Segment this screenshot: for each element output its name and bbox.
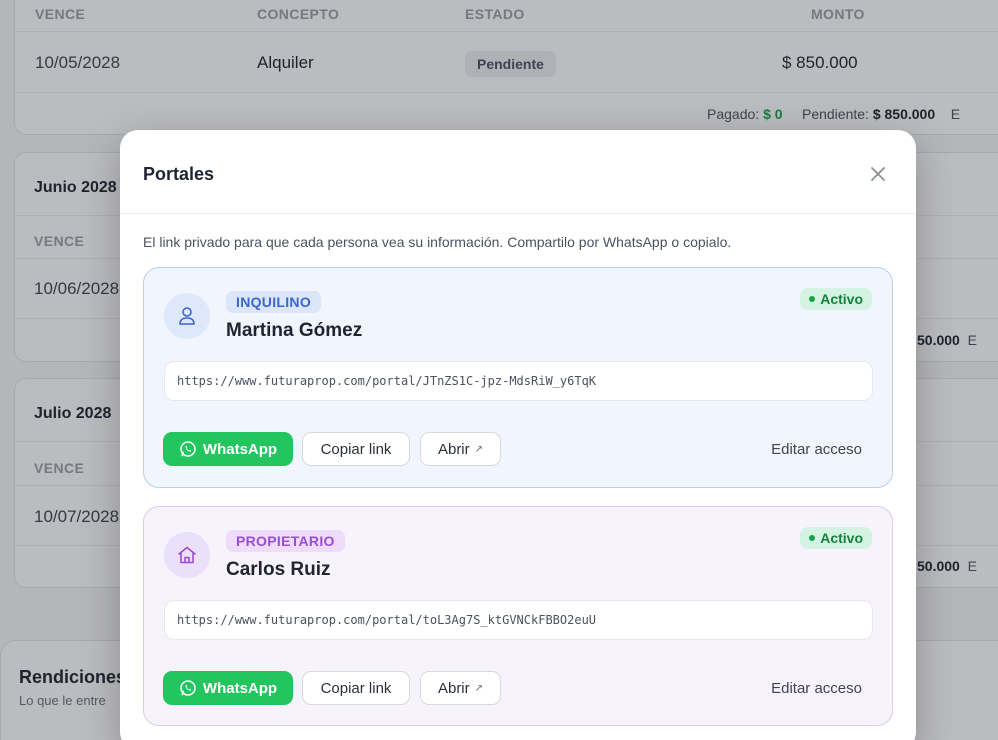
close-icon xyxy=(871,167,885,181)
home-icon xyxy=(178,546,196,564)
portales-modal: Portales El link privado para que cada p… xyxy=(120,130,916,740)
edit-access-link[interactable]: Editar acceso xyxy=(771,680,862,697)
whatsapp-button[interactable]: WhatsApp xyxy=(163,671,293,705)
status-dot-icon xyxy=(809,296,816,303)
status-badge: Activo xyxy=(800,288,872,310)
portal-link-field[interactable]: https://www.futuraprop.com/portal/toL3Ag… xyxy=(164,600,873,640)
person-name: Martina Gómez xyxy=(226,320,363,341)
portal-link-field[interactable]: https://www.futuraprop.com/portal/JTnZS1… xyxy=(164,361,873,401)
person-name: Carlos Ruiz xyxy=(226,559,331,580)
avatar xyxy=(164,293,210,339)
modal-title: Portales xyxy=(143,164,215,184)
user-icon xyxy=(179,307,195,325)
whatsapp-icon xyxy=(180,441,196,457)
copy-link-button[interactable]: Copiar link xyxy=(302,432,410,466)
copy-link-button[interactable]: Copiar link xyxy=(302,671,410,705)
open-button[interactable]: Abrir ↗ xyxy=(420,432,501,466)
close-button[interactable] xyxy=(868,164,888,184)
open-button[interactable]: Abrir ↗ xyxy=(420,671,501,705)
whatsapp-icon xyxy=(180,680,196,696)
status-dot-icon xyxy=(809,535,816,542)
portal-card-owner: PROPIETARIO Carlos Ruiz Activo https://w… xyxy=(143,506,893,726)
external-link-icon: ↗ xyxy=(474,443,484,455)
role-badge: INQUILINO xyxy=(226,291,322,313)
external-link-icon: ↗ xyxy=(474,682,484,694)
status-badge: Activo xyxy=(800,527,872,549)
portal-card-tenant: INQUILINO Martina Gómez Activo https://w… xyxy=(143,267,893,488)
modal-header: Portales xyxy=(120,130,916,214)
avatar xyxy=(164,532,210,578)
edit-access-link[interactable]: Editar acceso xyxy=(771,441,862,458)
modal-description: El link privado para que cada persona ve… xyxy=(143,234,732,250)
whatsapp-button[interactable]: WhatsApp xyxy=(163,432,293,466)
role-badge: PROPIETARIO xyxy=(226,530,345,552)
